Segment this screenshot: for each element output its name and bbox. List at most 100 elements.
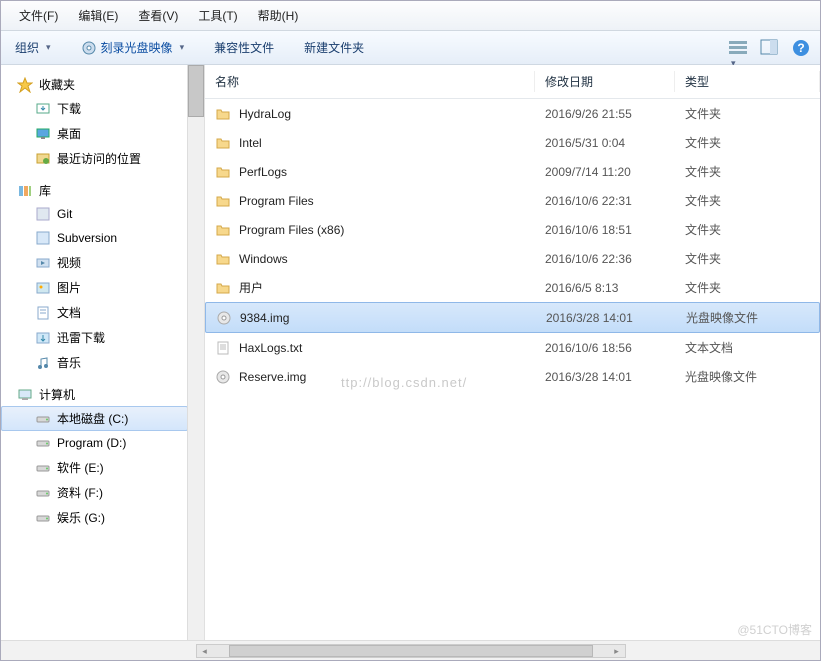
file-row[interactable]: Reserve.img 2016/3/28 14:01 光盘映像文件: [205, 362, 820, 391]
nav-item-computer-2[interactable]: 软件 (E:): [1, 455, 188, 480]
nav-group-computer[interactable]: 计算机: [1, 383, 188, 406]
nav-group-label: 收藏夹: [39, 76, 75, 93]
file-type: 文件夹: [675, 248, 820, 269]
file-type: 文件夹: [675, 132, 820, 153]
nav-item-computer-4[interactable]: 娱乐 (G:): [1, 505, 188, 530]
file-date: 2016/9/26 21:55: [535, 105, 675, 123]
drive-icon: [35, 435, 51, 451]
toolbar: 组织 刻录光盘映像 兼容性文件 新建文件夹 ?: [1, 31, 820, 65]
file-row[interactable]: PerfLogs 2009/7/14 11:20 文件夹: [205, 157, 820, 186]
nav-item-computer-1[interactable]: Program (D:): [1, 431, 188, 455]
img-icon: [215, 369, 231, 385]
xunlei-icon: [35, 330, 51, 346]
file-date: 2016/10/6 22:31: [535, 192, 675, 210]
music-icon: [35, 355, 51, 371]
menubar: 文件(F) 编辑(E) 查看(V) 工具(T) 帮助(H): [1, 1, 820, 31]
nav-item-favorites-0[interactable]: 下载: [1, 96, 188, 121]
file-list-pane: 名称 修改日期 类型 HydraLog 2016/9/26 21:55 文件夹 …: [205, 65, 820, 650]
file-name: Intel: [239, 136, 262, 150]
burn-image-button[interactable]: 刻录光盘映像: [73, 37, 193, 58]
pic-icon: [35, 280, 51, 296]
file-name: Program Files: [239, 194, 314, 208]
nav-item-label: 迅雷下载: [57, 329, 105, 346]
nav-item-libraries-2[interactable]: 视频: [1, 250, 188, 275]
lib-icon: [17, 183, 33, 199]
horizontal-scrollbar[interactable]: [196, 644, 626, 658]
file-row[interactable]: Program Files 2016/10/6 22:31 文件夹: [205, 186, 820, 215]
doc-icon: [35, 305, 51, 321]
file-row[interactable]: 用户 2016/6/5 8:13 文件夹: [205, 273, 820, 302]
menu-view[interactable]: 查看(V): [128, 5, 188, 26]
nav-item-label: 本地磁盘 (C:): [57, 410, 128, 427]
file-type: 文件夹: [675, 219, 820, 240]
drive-icon: [35, 460, 51, 476]
download-icon: [35, 101, 51, 117]
file-row[interactable]: Intel 2016/5/31 0:04 文件夹: [205, 128, 820, 157]
column-type[interactable]: 类型: [675, 71, 820, 92]
status-bar: [1, 640, 820, 660]
column-date[interactable]: 修改日期: [535, 71, 675, 92]
nav-group-libraries[interactable]: 库: [1, 179, 188, 202]
menu-tools[interactable]: 工具(T): [188, 5, 247, 26]
file-type: 光盘映像文件: [675, 366, 820, 387]
help-icon[interactable]: ?: [792, 39, 814, 57]
nav-item-label: 文档: [57, 304, 81, 321]
img-icon: [216, 310, 232, 326]
nav-item-label: Subversion: [57, 231, 117, 245]
nav-item-libraries-1[interactable]: Subversion: [1, 226, 188, 250]
folder-icon: [215, 106, 231, 122]
nav-item-label: 最近访问的位置: [57, 150, 141, 167]
menu-edit[interactable]: 编辑(E): [68, 5, 128, 26]
file-row[interactable]: Windows 2016/10/6 22:36 文件夹: [205, 244, 820, 273]
preview-pane-button[interactable]: [760, 39, 782, 57]
file-date: 2016/3/28 14:01: [535, 368, 675, 386]
view-mode-button[interactable]: [728, 39, 750, 57]
nav-item-label: 视频: [57, 254, 81, 271]
svg-text:?: ?: [797, 41, 804, 55]
folder-icon: [215, 193, 231, 209]
nav-item-libraries-4[interactable]: 文档: [1, 300, 188, 325]
menu-help[interactable]: 帮助(H): [248, 5, 309, 26]
file-type: 文件夹: [675, 103, 820, 124]
file-date: 2016/3/28 14:01: [536, 309, 676, 327]
folder-icon: [215, 164, 231, 180]
organize-button[interactable]: 组织: [7, 37, 59, 58]
file-row[interactable]: HydraLog 2016/9/26 21:55 文件夹: [205, 99, 820, 128]
nav-item-computer-3[interactable]: 资料 (F:): [1, 480, 188, 505]
txt-icon: [215, 340, 231, 356]
nav-item-favorites-2[interactable]: 最近访问的位置: [1, 146, 188, 171]
file-row[interactable]: Program Files (x86) 2016/10/6 18:51 文件夹: [205, 215, 820, 244]
file-row[interactable]: HaxLogs.txt 2016/10/6 18:56 文本文档: [205, 333, 820, 362]
file-name: Program Files (x86): [239, 223, 344, 237]
folder-icon: [215, 280, 231, 296]
file-type: 文件夹: [675, 277, 820, 298]
file-type: 文件夹: [675, 161, 820, 182]
file-date: 2016/6/5 8:13: [535, 279, 675, 297]
nav-item-libraries-5[interactable]: 迅雷下载: [1, 325, 188, 350]
column-name[interactable]: 名称: [205, 71, 535, 92]
nav-scrollbar[interactable]: [187, 65, 204, 650]
nav-item-libraries-3[interactable]: 图片: [1, 275, 188, 300]
file-type: 文件夹: [675, 190, 820, 211]
nav-item-label: Program (D:): [57, 436, 126, 450]
star-icon: [17, 77, 33, 93]
file-type: 光盘映像文件: [676, 307, 819, 328]
folder-icon: [215, 222, 231, 238]
nav-item-libraries-6[interactable]: 音乐: [1, 350, 188, 375]
file-name: HydraLog: [239, 107, 291, 121]
computer-icon: [17, 387, 33, 403]
nav-item-label: 下载: [57, 100, 81, 117]
nav-group-favorites[interactable]: 收藏夹: [1, 73, 188, 96]
compat-files-button[interactable]: 兼容性文件: [206, 37, 282, 58]
file-date: 2016/10/6 18:51: [535, 221, 675, 239]
video-icon: [35, 255, 51, 271]
drive-icon: [35, 510, 51, 526]
nav-item-libraries-0[interactable]: Git: [1, 202, 188, 226]
desktop-icon: [35, 126, 51, 142]
nav-item-computer-0[interactable]: 本地磁盘 (C:): [1, 406, 188, 431]
new-folder-button[interactable]: 新建文件夹: [296, 37, 372, 58]
menu-file[interactable]: 文件(F): [9, 5, 68, 26]
nav-item-favorites-1[interactable]: 桌面: [1, 121, 188, 146]
file-row[interactable]: 9384.img 2016/3/28 14:01 光盘映像文件: [205, 302, 820, 333]
watermark-corner: @51CTO博客: [737, 621, 812, 638]
